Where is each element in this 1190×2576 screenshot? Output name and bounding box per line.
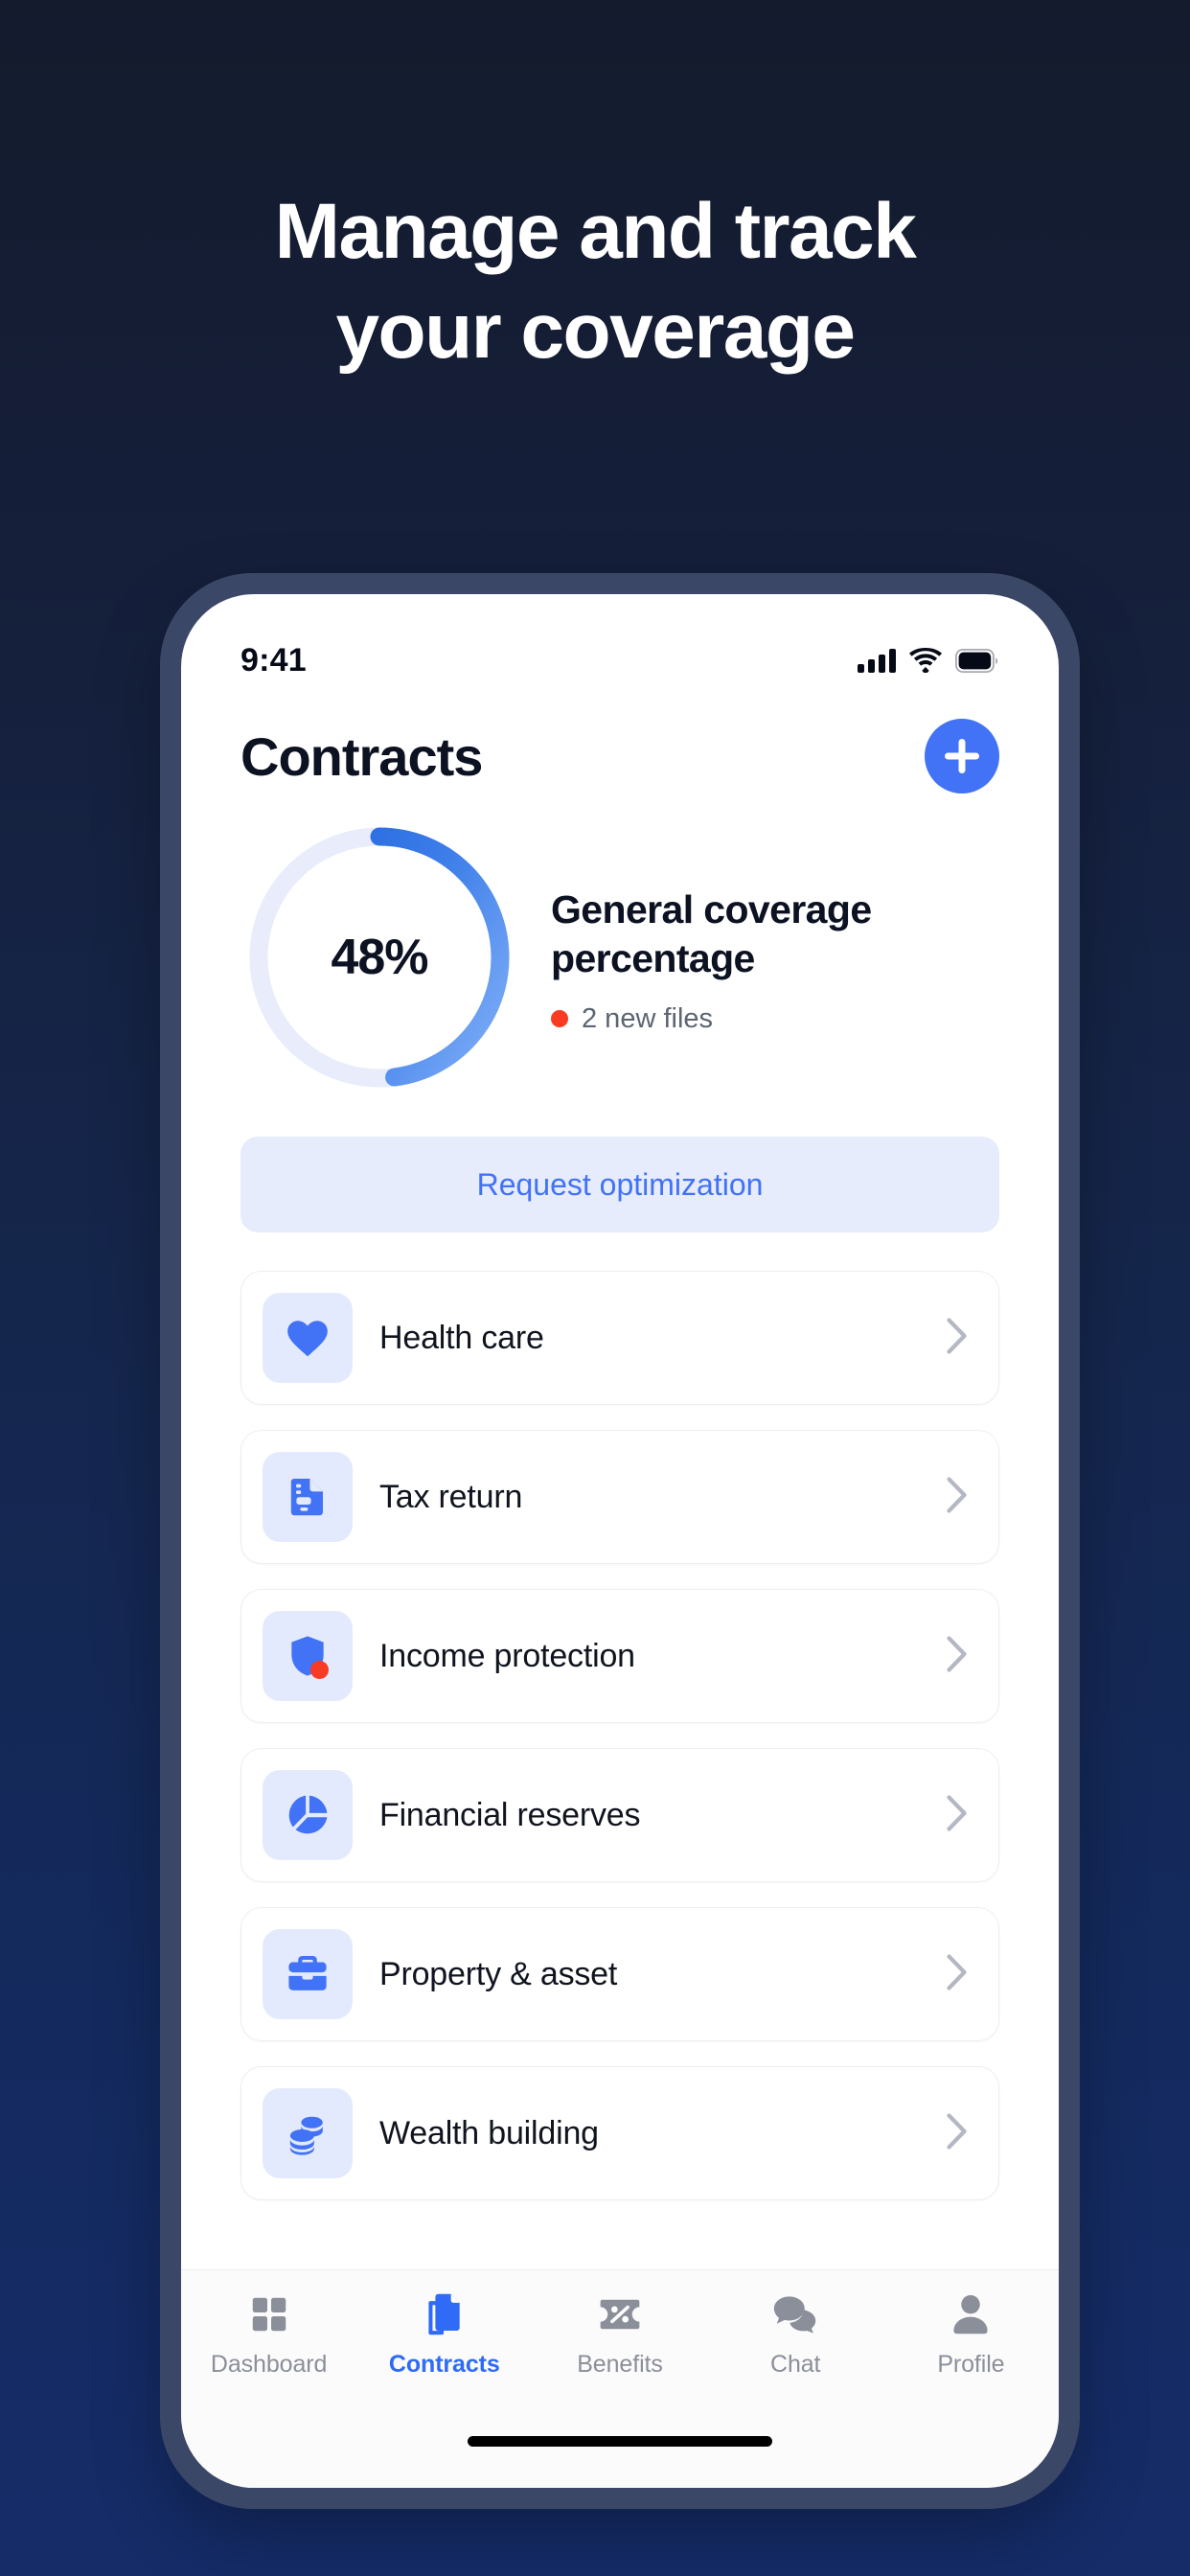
list-item-label: Property & asset bbox=[379, 1955, 618, 1992]
tab-profile[interactable]: Profile bbox=[883, 2288, 1059, 2379]
contracts-list: Health care Tax return Income protection Fi… bbox=[181, 1232, 1059, 2269]
coverage-summary: 48% General coverage percentage 2 new fi… bbox=[181, 803, 1059, 1096]
wifi-icon bbox=[909, 648, 942, 673]
promo-headline-line2: your coverage bbox=[335, 288, 856, 376]
shield-icon bbox=[263, 1611, 353, 1701]
home-indicator bbox=[468, 2436, 772, 2447]
briefcase-icon bbox=[263, 1929, 353, 2019]
status-bar: 9:41 bbox=[181, 594, 1059, 702]
list-item-label: Income protection bbox=[379, 1637, 635, 1674]
phone-screen: 9:41 Contracts 48% General coverage perc… bbox=[181, 594, 1059, 2488]
cellular-signal-icon bbox=[858, 648, 896, 673]
coverage-text-block: General coverage percentage 2 new files bbox=[526, 880, 953, 1034]
tab-label: Dashboard bbox=[210, 2351, 328, 2378]
documents-icon bbox=[423, 2288, 467, 2341]
chevron-right-icon bbox=[947, 1635, 973, 1677]
tab-dashboard[interactable]: Dashboard bbox=[181, 2288, 356, 2379]
chevron-right-icon bbox=[947, 1476, 973, 1518]
chat-bubbles-icon bbox=[772, 2288, 818, 2341]
list-item[interactable]: Income protection bbox=[240, 1589, 999, 1723]
page-title: Contracts bbox=[240, 725, 483, 787]
document-icon bbox=[263, 1452, 353, 1542]
tab-label: Profile bbox=[937, 2351, 1005, 2378]
list-item-label: Financial reserves bbox=[379, 1796, 641, 1833]
bottom-tab-bar: Dashboard Contracts Benefits Chat Profile bbox=[181, 2269, 1059, 2430]
list-item-label: Health care bbox=[379, 1319, 544, 1356]
tab-label: Contracts bbox=[388, 2351, 500, 2378]
pie-chart-icon bbox=[263, 1770, 353, 1860]
coverage-new-files: 2 new files bbox=[551, 1003, 953, 1035]
chevron-right-icon bbox=[947, 2112, 973, 2154]
heart-icon bbox=[263, 1293, 353, 1383]
chevron-right-icon bbox=[947, 1317, 973, 1359]
list-item[interactable]: Wealth building bbox=[240, 2066, 999, 2200]
chevron-right-icon bbox=[947, 1794, 973, 1836]
promo-headline-line1: Manage and track bbox=[274, 188, 917, 275]
grid-icon bbox=[248, 2288, 290, 2341]
home-indicator-area bbox=[181, 2430, 1059, 2488]
new-files-label: 2 new files bbox=[582, 1002, 714, 1034]
coins-icon bbox=[263, 2088, 353, 2178]
list-item-label: Tax return bbox=[379, 1478, 523, 1515]
person-icon bbox=[950, 2288, 991, 2341]
tab-contracts[interactable]: Contracts bbox=[356, 2288, 532, 2379]
status-bar-icons bbox=[858, 648, 999, 673]
request-optimization-button[interactable]: Request optimization bbox=[240, 1137, 999, 1232]
promo-headline: Manage and track your coverage bbox=[0, 182, 1190, 381]
tab-benefits[interactable]: Benefits bbox=[532, 2288, 707, 2379]
coverage-progress-ring: 48% bbox=[240, 818, 518, 1096]
list-item-label: Wealth building bbox=[379, 2114, 599, 2151]
coverage-title: General coverage percentage bbox=[551, 887, 872, 980]
tab-label: Benefits bbox=[577, 2351, 663, 2378]
tab-chat[interactable]: Chat bbox=[708, 2288, 883, 2379]
phone-frame: 9:41 Contracts 48% General coverage perc… bbox=[160, 573, 1080, 2509]
list-item[interactable]: Tax return bbox=[240, 1430, 999, 1564]
app-header: Contracts bbox=[181, 702, 1059, 803]
ticket-percent-icon bbox=[598, 2288, 642, 2341]
tab-label: Chat bbox=[770, 2351, 821, 2378]
request-optimization-label: Request optimization bbox=[476, 1166, 764, 1202]
list-item[interactable]: Health care bbox=[240, 1271, 999, 1405]
notification-badge-icon bbox=[310, 1661, 329, 1679]
list-item[interactable]: Property & asset bbox=[240, 1907, 999, 2041]
coverage-percent-label: 48% bbox=[331, 930, 428, 985]
list-item[interactable]: Financial reserves bbox=[240, 1748, 999, 1882]
new-files-dot-icon bbox=[551, 1010, 568, 1028]
status-bar-time: 9:41 bbox=[240, 641, 307, 678]
battery-icon bbox=[955, 648, 999, 673]
chevron-right-icon bbox=[947, 1953, 973, 1995]
add-contract-button[interactable] bbox=[925, 719, 999, 794]
